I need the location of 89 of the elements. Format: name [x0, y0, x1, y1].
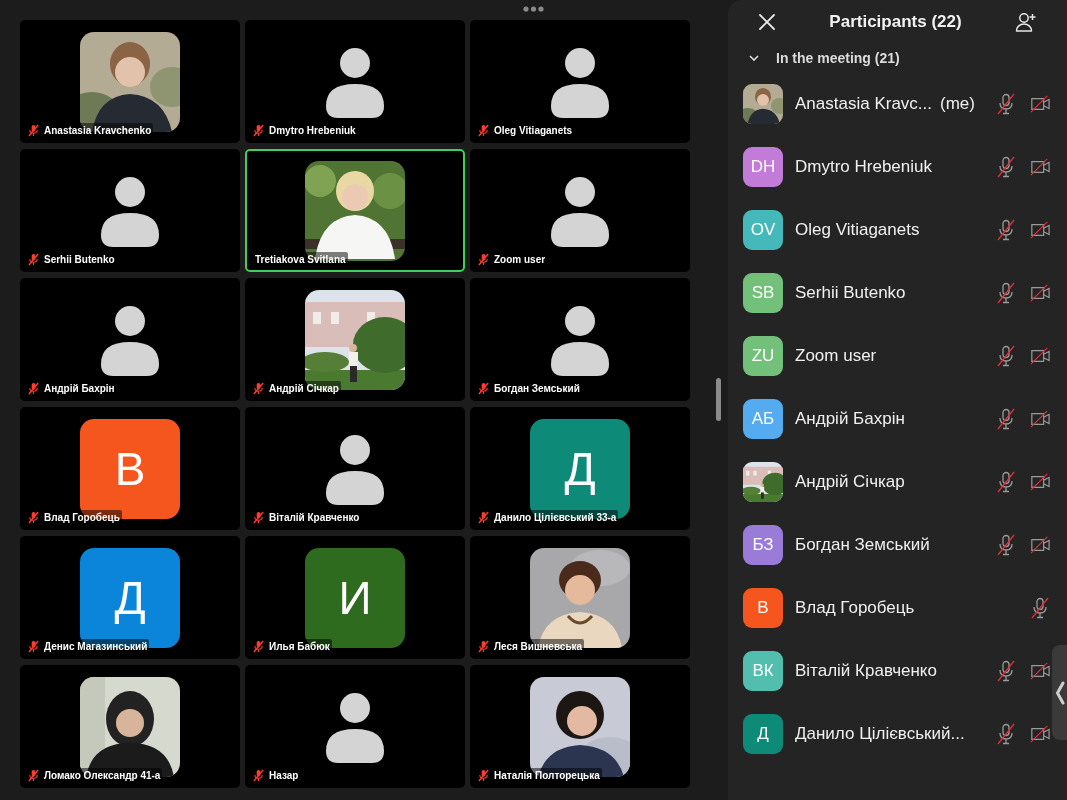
initials-avatar: АБ	[743, 398, 783, 439]
video-tile[interactable]: Богдан Земський	[470, 278, 690, 401]
muted-mic-icon[interactable]	[1030, 596, 1050, 619]
close-icon[interactable]	[758, 13, 776, 31]
avatar-silhouette-icon	[101, 177, 159, 247]
chevron-icon[interactable]	[748, 54, 760, 62]
participant-name[interactable]: Андрій Січкар	[795, 468, 905, 495]
video-tile[interactable]: Ломако Олександр 41-а	[20, 665, 240, 788]
initials-avatar: В	[743, 587, 783, 628]
muted-mic-icon[interactable]	[996, 92, 1016, 115]
video-tile[interactable]: Віталій Кравченко	[245, 407, 465, 530]
panel-handle[interactable]	[1052, 645, 1067, 740]
participant-name: Віталій Кравченко	[267, 510, 362, 525]
participant-name[interactable]: Віталій Кравченко	[795, 657, 937, 684]
camera-off-icon[interactable]	[1030, 534, 1050, 555]
video-tile[interactable]: Андрій Січкар	[245, 278, 465, 401]
participant-name[interactable]: Serhii Butenko	[795, 279, 906, 306]
camera-off-icon[interactable]	[1030, 219, 1050, 240]
participant-name[interactable]: Dmytro Hrebeniuk	[795, 153, 932, 180]
video-tile[interactable]: Tretiakova Svitlana	[245, 149, 465, 272]
participant-name: Назар	[267, 768, 301, 783]
avatar-silhouette-icon	[326, 435, 384, 505]
participant-name: Oleg Vitiaganets	[492, 123, 575, 138]
participant-name[interactable]: Anastasia Kravc...	[795, 90, 932, 117]
camera-off-icon[interactable]	[1030, 471, 1050, 492]
video-tile[interactable]: Д Денис Магазинський	[20, 536, 240, 659]
camera-off-icon[interactable]	[1030, 345, 1050, 366]
participant-name: Dmytro Hrebeniuk	[267, 123, 358, 138]
muted-mic-icon[interactable]	[996, 155, 1016, 178]
muted-mic-icon[interactable]	[996, 218, 1016, 241]
video-tile[interactable]: Dmytro Hrebeniuk	[245, 20, 465, 143]
muted-mic-icon[interactable]	[996, 722, 1016, 745]
chevron-left-icon	[1054, 680, 1065, 705]
participant-name: Ломако Олександр 41-а	[42, 768, 163, 783]
camera-off-icon[interactable]	[1030, 408, 1050, 429]
video-tile[interactable]: Назар	[245, 665, 465, 788]
initials-avatar: OV	[743, 209, 783, 250]
panel-title: Participants (22)	[828, 11, 963, 34]
avatar-silhouette-icon	[551, 177, 609, 247]
me-label: (me)	[940, 92, 975, 115]
video-tile[interactable]: Zoom user	[470, 149, 690, 272]
participant-name[interactable]: Zoom user	[795, 342, 877, 369]
camera-off-icon[interactable]	[1030, 93, 1050, 114]
participant-name[interactable]: Влад Горобець	[795, 594, 915, 621]
avatar-silhouette-icon	[551, 306, 609, 376]
participant-name: Данило Цілієвський 33-а	[492, 510, 619, 525]
scrollbar[interactable]	[716, 378, 721, 421]
video-tile[interactable]: Anastasia Kravchenko	[20, 20, 240, 143]
participant-name: Богдан Земський	[492, 381, 582, 396]
avatar-silhouette-icon	[551, 48, 609, 118]
initials-avatar: Д	[743, 713, 783, 754]
video-tile[interactable]: Наталія Полторецька	[470, 665, 690, 788]
camera-off-icon[interactable]	[1030, 660, 1050, 681]
participant-name: Андрій Бахрін	[42, 381, 117, 396]
participant-name: Денис Магазинський	[42, 639, 150, 654]
participant-name[interactable]: Богдан Земський	[795, 531, 930, 558]
muted-mic-icon[interactable]	[996, 533, 1016, 556]
more-icon[interactable]	[523, 6, 544, 12]
participant-name[interactable]: Данило Цілієвський...	[795, 720, 965, 747]
video-tile[interactable]: Oleg Vitiaganets	[470, 20, 690, 143]
video-tile[interactable]: Serhii Butenko	[20, 149, 240, 272]
video-tile[interactable]: Д Данило Цілієвський 33-а	[470, 407, 690, 530]
participant-name: Влад Горобець	[42, 510, 122, 525]
participant-name[interactable]: Oleg Vitiaganets	[795, 216, 920, 243]
camera-off-icon[interactable]	[1030, 723, 1050, 744]
muted-mic-icon[interactable]	[996, 407, 1016, 430]
add-person-icon[interactable]	[1015, 11, 1037, 33]
initials-avatar: SB	[743, 272, 783, 313]
avatar-silhouette-icon	[101, 306, 159, 376]
video-tile[interactable]: Андрій Бахрін	[20, 278, 240, 401]
avatar-silhouette-icon	[326, 693, 384, 763]
muted-mic-icon[interactable]	[996, 659, 1016, 682]
participant-name: Андрій Січкар	[267, 381, 341, 396]
muted-mic-icon[interactable]	[996, 344, 1016, 367]
initials-avatar: БЗ	[743, 524, 783, 565]
section-header[interactable]: In the meeting (21)	[776, 47, 900, 69]
initials-avatar: ZU	[743, 335, 783, 376]
muted-mic-icon[interactable]	[996, 470, 1016, 493]
video-tile[interactable]: Леся Вишневська	[470, 536, 690, 659]
participant-name: Наталія Полторецька	[492, 768, 602, 783]
video-tile[interactable]: В Влад Горобець	[20, 407, 240, 530]
camera-off-icon[interactable]	[1030, 282, 1050, 303]
initials-avatar: ВК	[743, 650, 783, 691]
initials-avatar: DH	[743, 146, 783, 187]
participant-name[interactable]: Андрій Бахрін	[795, 405, 905, 432]
muted-mic-icon[interactable]	[996, 281, 1016, 304]
camera-off-icon[interactable]	[1030, 156, 1050, 177]
avatar-silhouette-icon	[326, 48, 384, 118]
video-tile[interactable]: И Илья Бабюк	[245, 536, 465, 659]
